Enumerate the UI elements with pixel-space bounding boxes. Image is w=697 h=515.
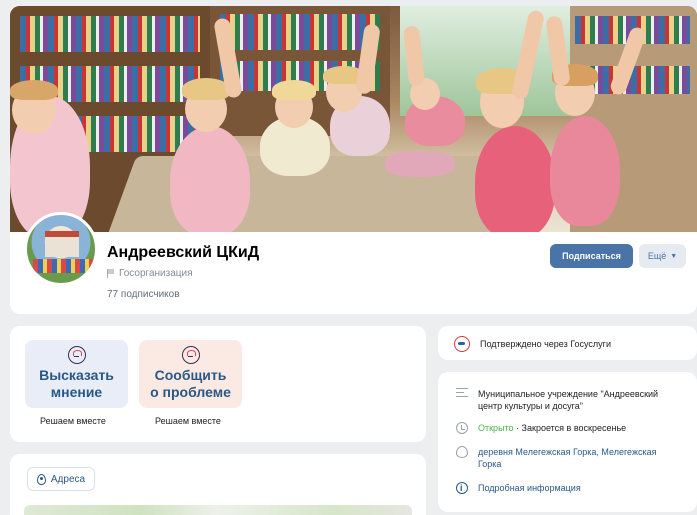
give-opinion-caption: Решаем вместе bbox=[40, 416, 106, 426]
mouth-icon bbox=[181, 346, 200, 364]
lines-icon bbox=[456, 388, 468, 397]
chevron-down-icon: ▼ bbox=[670, 252, 678, 260]
address-line-2: Горка bbox=[478, 459, 502, 469]
clock-icon bbox=[456, 422, 468, 434]
more-button[interactable]: Ещё ▼ bbox=[639, 244, 686, 268]
address-line-1: деревня Мелегежская Горка, Мелегежская bbox=[478, 447, 657, 457]
page-title: Андреевский ЦКиД bbox=[107, 244, 260, 261]
give-opinion-label-1: Высказать bbox=[39, 367, 114, 383]
avatar[interactable] bbox=[24, 212, 98, 286]
hours-row[interactable]: Открыто · Закроется в воскресенье bbox=[456, 422, 626, 434]
location-pin-icon bbox=[36, 473, 46, 485]
report-problem-label-1: Сообщить bbox=[154, 367, 227, 383]
org-type-label: Госорганизация bbox=[107, 268, 193, 279]
verification-row: Подтверждено через Госуслуги bbox=[454, 336, 611, 352]
description-line-1: Муниципальное учреждение "Андреевский bbox=[478, 389, 659, 399]
close-time: · Закроется в воскресенье bbox=[513, 423, 627, 433]
details-link-row[interactable]: Подробная информация bbox=[456, 482, 581, 494]
description-line-2: центр культуры и досуга" bbox=[478, 401, 583, 411]
details-link[interactable]: Подробная информация bbox=[478, 482, 581, 494]
open-status: Открыто bbox=[478, 423, 514, 433]
subscribe-label: Подписаться bbox=[562, 251, 621, 261]
subscribers-count[interactable]: 77 подписчиков bbox=[107, 289, 180, 300]
map-preview[interactable] bbox=[24, 505, 412, 515]
info-icon bbox=[456, 482, 468, 494]
addresses-button[interactable]: Адреса bbox=[27, 467, 95, 491]
report-problem-label-2: о проблеме bbox=[150, 384, 231, 400]
gosuslugi-icon bbox=[454, 336, 470, 352]
address-row[interactable]: деревня Мелегежская Горка, Мелегежская Г… bbox=[456, 446, 692, 470]
flag-icon bbox=[107, 269, 115, 278]
report-problem-caption: Решаем вместе bbox=[155, 416, 221, 426]
description-row: Муниципальное учреждение "Андреевский це… bbox=[456, 388, 692, 412]
mouth-icon bbox=[67, 346, 86, 364]
give-opinion-label-2: мнение bbox=[50, 384, 103, 400]
report-problem-button[interactable]: Сообщить о проблеме bbox=[139, 340, 242, 408]
give-opinion-button[interactable]: Высказать мнение bbox=[25, 340, 128, 408]
cover-photo bbox=[10, 6, 697, 238]
addresses-label: Адреса bbox=[50, 473, 86, 485]
location-pin-icon bbox=[456, 446, 468, 458]
org-type-text: Госорганизация bbox=[119, 268, 193, 279]
more-label: Ещё bbox=[647, 251, 667, 261]
verification-text: Подтверждено через Госуслуги bbox=[480, 339, 611, 349]
subscribe-button[interactable]: Подписаться bbox=[550, 244, 633, 268]
